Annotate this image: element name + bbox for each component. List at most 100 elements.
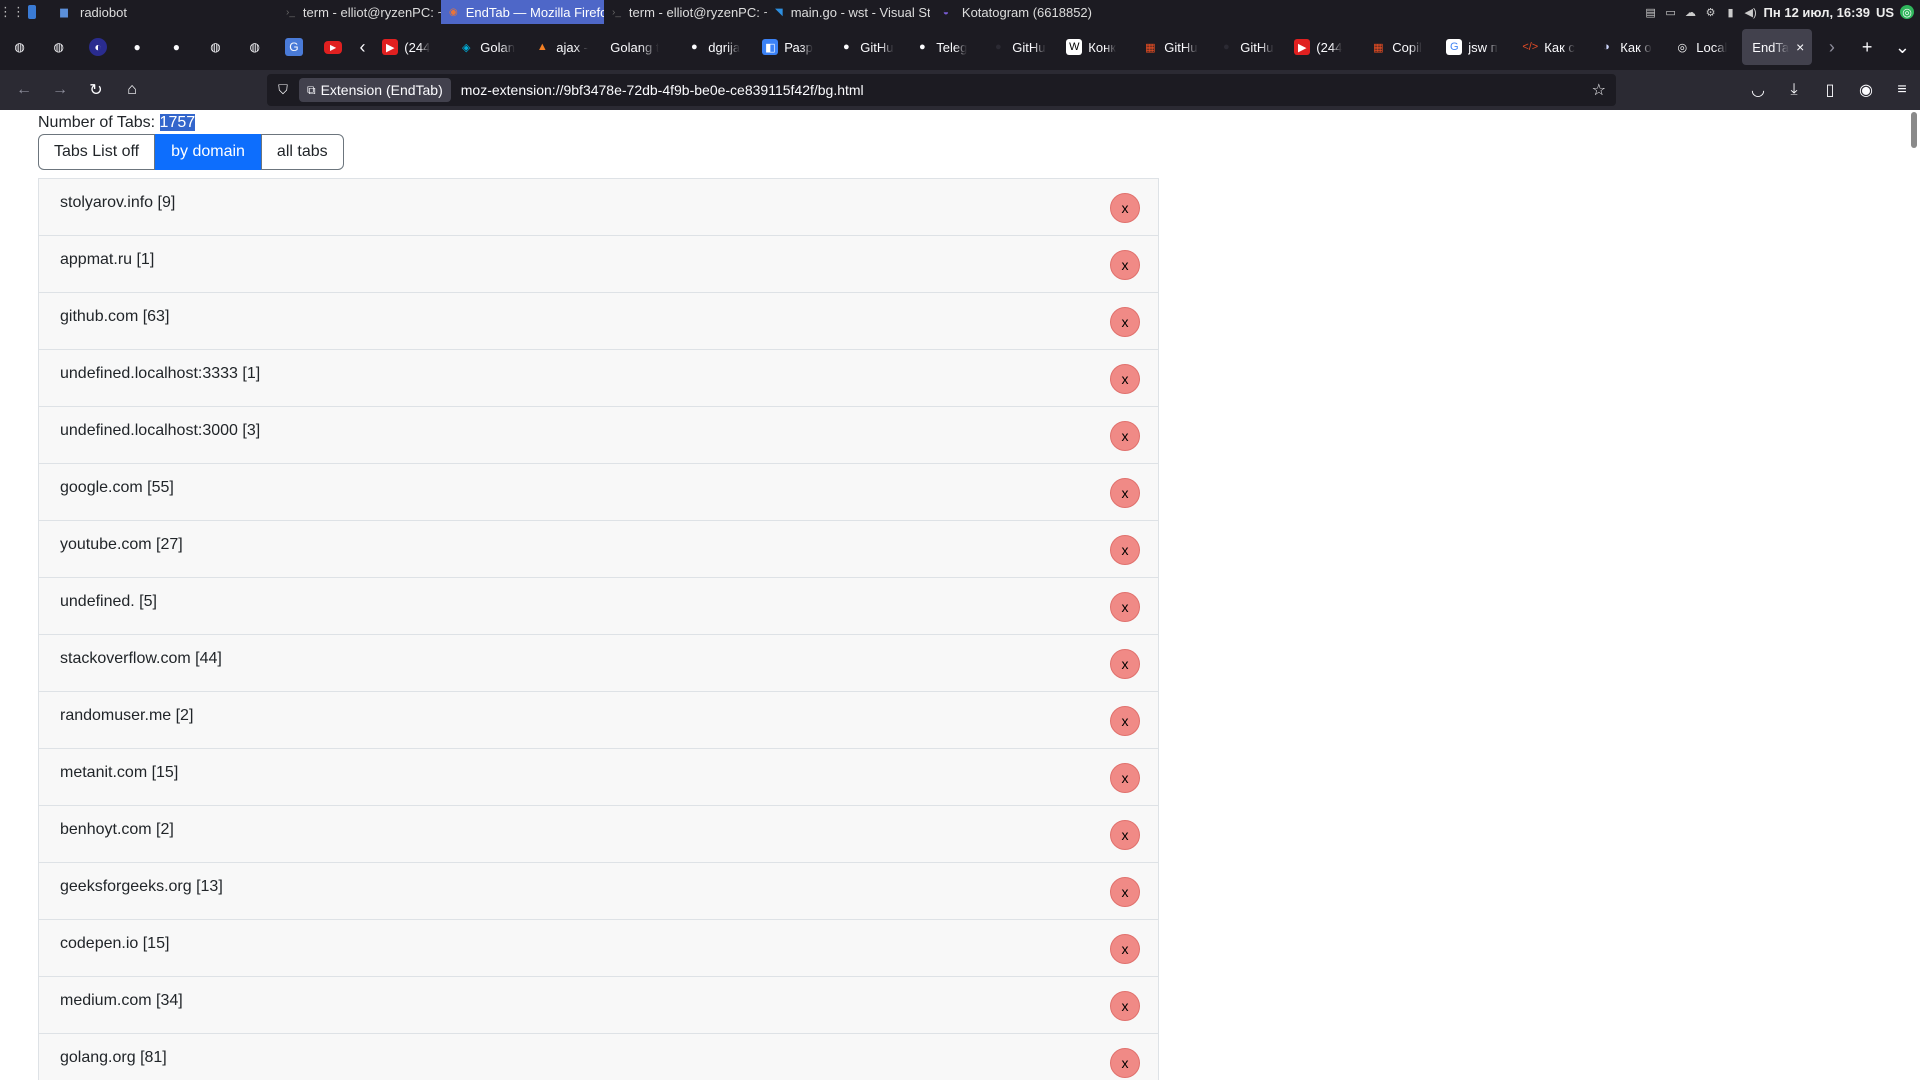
close-domain-button[interactable]: x xyxy=(1110,421,1140,451)
domain-row[interactable]: geeksforgeeks.org [13] x xyxy=(39,863,1158,920)
scrollbar[interactable] xyxy=(1906,110,1920,1080)
close-domain-button[interactable]: x xyxy=(1110,934,1140,964)
reload-button[interactable]: ↻ xyxy=(78,74,114,106)
domain-row[interactable]: undefined.localhost:3333 [1] x xyxy=(39,350,1158,407)
clock[interactable]: Пн 12 июл, 16:39 xyxy=(1764,5,1870,20)
app-grid-icon[interactable]: ⋮⋮ xyxy=(0,0,25,24)
domain-row[interactable]: golang.org [81] x xyxy=(39,1034,1158,1080)
domain-row[interactable]: undefined. [5] x xyxy=(39,578,1158,635)
browser-tab[interactable]: ◎ Local xyxy=(1664,24,1740,70)
browser-tab[interactable]: ▦ GitHu xyxy=(1132,24,1208,70)
taskbar-item[interactable]: ◥ main.go - wst - Visual Stu... xyxy=(767,0,930,24)
pinned-tab[interactable]: ▶ xyxy=(314,24,353,70)
menu-icon[interactable]: ≡ xyxy=(1884,74,1920,106)
taskbar-item[interactable]: ›_ term - elliot@ryzenPC: ~ xyxy=(278,0,441,24)
browser-tab[interactable]: ● Teleg xyxy=(904,24,980,70)
pinned-tab[interactable]: ◍ xyxy=(235,24,274,70)
screen-icon[interactable]: ▭ xyxy=(1664,5,1678,19)
domain-row[interactable]: youtube.com [27] x xyxy=(39,521,1158,578)
browser-tab[interactable]: ◈ Golan xyxy=(448,24,524,70)
close-domain-button[interactable]: x xyxy=(1110,1048,1140,1078)
domain-row[interactable]: benhoyt.com [2] x xyxy=(39,806,1158,863)
close-domain-button[interactable]: x xyxy=(1110,307,1140,337)
home-button[interactable]: ⌂ xyxy=(114,74,150,106)
close-domain-button[interactable]: x xyxy=(1110,877,1140,907)
close-domain-button[interactable]: x xyxy=(1110,364,1140,394)
pinned-tab[interactable]: ◍ xyxy=(0,24,39,70)
browser-tab[interactable]: </> Как с xyxy=(1512,24,1588,70)
close-tab-icon[interactable]: × xyxy=(1796,39,1804,55)
taskbar-item[interactable]: ▆ radiobot xyxy=(48,0,278,24)
downloads-icon[interactable]: ⤓ xyxy=(1776,74,1812,106)
domain-row[interactable]: undefined.localhost:3000 [3] x xyxy=(39,407,1158,464)
browser-tab[interactable]: ▶ (244 xyxy=(372,24,448,70)
by-domain-button[interactable]: by domain xyxy=(155,134,261,170)
browser-tab[interactable]: ▶ (244 xyxy=(1284,24,1360,70)
browser-tab[interactable]: ◧ Разр xyxy=(752,24,828,70)
tabs-list-off-button[interactable]: Tabs List off xyxy=(38,134,156,170)
domain-row[interactable]: stolyarov.info [9] x xyxy=(39,179,1158,236)
domain-row[interactable]: appmat.ru [1] x xyxy=(39,236,1158,293)
volume-icon[interactable]: ◀) xyxy=(1744,5,1758,19)
network-icon[interactable]: ⚙ xyxy=(1704,5,1718,19)
bookmark-star-icon[interactable]: ☆ xyxy=(1592,80,1606,100)
battery-icon[interactable]: ▮ xyxy=(1724,5,1738,19)
browser-tab[interactable]: EndTa × xyxy=(1742,29,1813,65)
shield-icon[interactable]: ⛉ xyxy=(267,82,299,98)
update-icon[interactable]: ◎ xyxy=(1900,5,1914,19)
list-all-tabs-button[interactable]: ⌄ xyxy=(1885,24,1920,70)
cloud-icon[interactable]: ☁ xyxy=(1684,5,1698,19)
pinned-tab[interactable]: G xyxy=(274,24,313,70)
domain-row[interactable]: medium.com [34] x xyxy=(39,977,1158,1034)
keyboard-layout[interactable]: US xyxy=(1876,5,1894,20)
domain-row[interactable]: google.com [55] x xyxy=(39,464,1158,521)
browser-tab[interactable]: ▦ Copil xyxy=(1360,24,1436,70)
close-domain-button[interactable]: x xyxy=(1110,763,1140,793)
close-domain-button[interactable]: x xyxy=(1110,592,1140,622)
domain-row[interactable]: codepen.io [15] x xyxy=(39,920,1158,977)
close-domain-button[interactable]: x xyxy=(1110,535,1140,565)
close-domain-button[interactable]: x xyxy=(1110,649,1140,679)
close-domain-button[interactable]: x xyxy=(1110,706,1140,736)
browser-tab[interactable]: Golang t xyxy=(600,24,676,70)
close-domain-button[interactable]: x xyxy=(1110,193,1140,223)
close-domain-button[interactable]: x xyxy=(1110,250,1140,280)
url-text[interactable]: moz-extension://9bf3478e-72db-4f9b-be0e-… xyxy=(461,82,864,98)
pinned-tab[interactable]: ◍ xyxy=(196,24,235,70)
browser-tab[interactable]: ● GitHu xyxy=(828,24,904,70)
taskbar-item[interactable]: ◒ Kotatogram (6618852) xyxy=(930,0,1100,24)
domain-row[interactable]: randomuser.me [2] x xyxy=(39,692,1158,749)
scroll-tabs-left-button[interactable]: ‹ xyxy=(353,24,373,70)
clipboard-icon[interactable]: ▤ xyxy=(1644,5,1658,19)
pinned-tab[interactable]: ● xyxy=(118,24,157,70)
browser-tab[interactable]: W Конк xyxy=(1056,24,1132,70)
scrollbar-thumb[interactable] xyxy=(1911,112,1917,148)
browser-tab[interactable]: Gjsw п xyxy=(1436,24,1512,70)
sidebar-icon[interactable]: ▯ xyxy=(1812,74,1848,106)
account-icon[interactable]: ◉ xyxy=(1848,74,1884,106)
browser-tab[interactable]: ● dgrija xyxy=(676,24,752,70)
identity-box[interactable]: ⧉ Extension (EndTab) xyxy=(299,78,451,102)
pocket-icon[interactable]: ◡ xyxy=(1740,74,1776,106)
browser-tab[interactable]: ◑ Как о xyxy=(1588,24,1664,70)
browser-tab[interactable]: ▲ ajax - xyxy=(524,24,600,70)
domain-row[interactable]: stackoverflow.com [44] x xyxy=(39,635,1158,692)
browser-tab[interactable]: ● GitHu xyxy=(980,24,1056,70)
close-domain-button[interactable]: x xyxy=(1110,991,1140,1021)
forward-button[interactable]: → xyxy=(42,74,78,106)
new-tab-button[interactable]: + xyxy=(1850,24,1885,70)
back-button[interactable]: ← xyxy=(6,74,42,106)
close-domain-button[interactable]: x xyxy=(1110,478,1140,508)
taskbar-item[interactable]: ›_ term - elliot@ryzenPC: ~ xyxy=(604,0,767,24)
domain-row[interactable]: github.com [63] x xyxy=(39,293,1158,350)
domain-row[interactable]: metanit.com [15] x xyxy=(39,749,1158,806)
url-bar[interactable]: ⛉ ⧉ Extension (EndTab) moz-extension://9… xyxy=(267,74,1616,106)
taskbar-item[interactable]: ◉ EndTab — Mozilla Firefox xyxy=(441,0,604,24)
browser-tab[interactable]: ● GitHu xyxy=(1208,24,1284,70)
pinned-tab[interactable]: ◐ xyxy=(78,24,117,70)
pinned-tab[interactable]: ● xyxy=(157,24,196,70)
scroll-tabs-right-button[interactable]: › xyxy=(1814,24,1849,70)
close-domain-button[interactable]: x xyxy=(1110,820,1140,850)
all-tabs-button[interactable]: all tabs xyxy=(260,134,344,170)
window-switcher-icon[interactable] xyxy=(24,0,48,24)
